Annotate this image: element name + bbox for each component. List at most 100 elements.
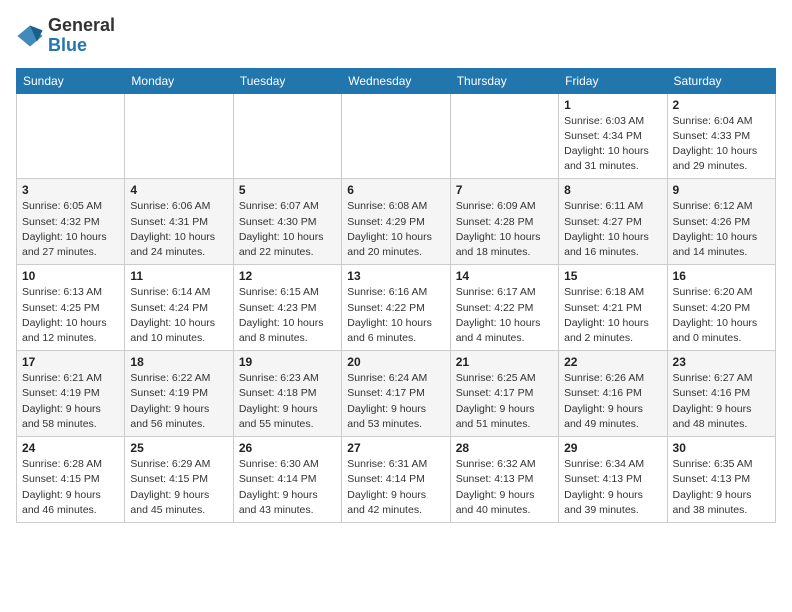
weekday-wednesday: Wednesday — [342, 68, 450, 93]
calendar-cell: 10 Sunrise: 6:13 AMSunset: 4:25 PMDayligh… — [17, 265, 125, 351]
calendar-cell: 24 Sunrise: 6:28 AMSunset: 4:15 PMDayligh… — [17, 437, 125, 523]
calendar-cell: 15Sunrise: 6:18 AMSunset: 4:21 PMDayligh… — [559, 265, 667, 351]
day-number: 14 — [456, 269, 553, 283]
calendar-cell: 11 Sunrise: 6:14 AMSunset: 4:24 PMDayligh… — [125, 265, 233, 351]
day-info: Sunrise: 6:06 AMSunset: 4:31 PMDaylight:… — [130, 199, 227, 260]
calendar-cell: 6Sunrise: 6:08 AMSunset: 4:29 PMDaylight… — [342, 179, 450, 265]
day-info: Sunrise: 6:03 AMSunset: 4:34 PMDaylight:… — [564, 114, 661, 175]
calendar-cell: 30 Sunrise: 6:35 AMSunset: 4:13 PMDayligh… — [667, 437, 775, 523]
weekday-tuesday: Tuesday — [233, 68, 341, 93]
calendar-cell: 2Sunrise: 6:04 AMSunset: 4:33 PMDaylight… — [667, 93, 775, 179]
day-info: Sunrise: 6:09 AMSunset: 4:28 PMDaylight:… — [456, 199, 553, 260]
calendar-cell — [125, 93, 233, 179]
day-info: Sunrise: 6:12 AMSunset: 4:26 PMDaylight:… — [673, 199, 770, 260]
day-number: 25 — [130, 441, 227, 455]
day-info: Sunrise: 6:05 AMSunset: 4:32 PMDaylight:… — [22, 199, 119, 260]
calendar-body: 1Sunrise: 6:03 AMSunset: 4:34 PMDaylight… — [17, 93, 776, 522]
weekday-monday: Monday — [125, 68, 233, 93]
calendar-cell — [342, 93, 450, 179]
day-info: Sunrise: 6:31 AMSunset: 4:14 PMDaylight:… — [347, 457, 444, 518]
day-info: Sunrise: 6:23 AMSunset: 4:18 PMDaylight:… — [239, 371, 336, 432]
calendar-cell: 5 Sunrise: 6:07 AMSunset: 4:30 PMDaylight… — [233, 179, 341, 265]
calendar-cell: 28 Sunrise: 6:32 AMSunset: 4:13 PMDayligh… — [450, 437, 558, 523]
page-header: General Blue — [16, 16, 776, 56]
calendar-cell: 4 Sunrise: 6:06 AMSunset: 4:31 PMDaylight… — [125, 179, 233, 265]
logo-blue: Blue — [48, 35, 87, 55]
day-info: Sunrise: 6:13 AMSunset: 4:25 PMDaylight:… — [22, 285, 119, 346]
calendar-cell — [17, 93, 125, 179]
day-info: Sunrise: 6:17 AMSunset: 4:22 PMDaylight:… — [456, 285, 553, 346]
day-number: 18 — [130, 355, 227, 369]
calendar-cell: 8 Sunrise: 6:11 AMSunset: 4:27 PMDaylight… — [559, 179, 667, 265]
weekday-header-row: SundayMondayTuesdayWednesdayThursdayFrid… — [17, 68, 776, 93]
calendar-week-1: 1Sunrise: 6:03 AMSunset: 4:34 PMDaylight… — [17, 93, 776, 179]
day-info: Sunrise: 6:32 AMSunset: 4:13 PMDaylight:… — [456, 457, 553, 518]
day-number: 12 — [239, 269, 336, 283]
calendar-cell: 13Sunrise: 6:16 AMSunset: 4:22 PMDayligh… — [342, 265, 450, 351]
day-number: 24 — [22, 441, 119, 455]
day-number: 9 — [673, 183, 770, 197]
day-number: 28 — [456, 441, 553, 455]
day-info: Sunrise: 6:35 AMSunset: 4:13 PMDaylight:… — [673, 457, 770, 518]
logo-general: General — [48, 15, 115, 35]
day-number: 10 — [22, 269, 119, 283]
calendar-cell: 14 Sunrise: 6:17 AMSunset: 4:22 PMDayligh… — [450, 265, 558, 351]
day-info: Sunrise: 6:30 AMSunset: 4:14 PMDaylight:… — [239, 457, 336, 518]
day-number: 23 — [673, 355, 770, 369]
calendar-cell: 22 Sunrise: 6:26 AMSunset: 4:16 PMDayligh… — [559, 351, 667, 437]
day-info: Sunrise: 6:11 AMSunset: 4:27 PMDaylight:… — [564, 199, 661, 260]
calendar-cell: 20 Sunrise: 6:24 AMSunset: 4:17 PMDayligh… — [342, 351, 450, 437]
day-info: Sunrise: 6:28 AMSunset: 4:15 PMDaylight:… — [22, 457, 119, 518]
day-info: Sunrise: 6:29 AMSunset: 4:15 PMDaylight:… — [130, 457, 227, 518]
day-number: 3 — [22, 183, 119, 197]
day-info: Sunrise: 6:24 AMSunset: 4:17 PMDaylight:… — [347, 371, 444, 432]
day-number: 17 — [22, 355, 119, 369]
logo: General Blue — [16, 16, 115, 56]
day-number: 27 — [347, 441, 444, 455]
calendar-week-4: 17 Sunrise: 6:21 AMSunset: 4:19 PMDayligh… — [17, 351, 776, 437]
day-number: 7 — [456, 183, 553, 197]
calendar-cell: 12Sunrise: 6:15 AMSunset: 4:23 PMDayligh… — [233, 265, 341, 351]
logo-icon — [16, 22, 44, 50]
calendar-cell: 29 Sunrise: 6:34 AMSunset: 4:13 PMDayligh… — [559, 437, 667, 523]
calendar-cell: 23 Sunrise: 6:27 AMSunset: 4:16 PMDayligh… — [667, 351, 775, 437]
calendar-cell: 27 Sunrise: 6:31 AMSunset: 4:14 PMDayligh… — [342, 437, 450, 523]
day-number: 6 — [347, 183, 444, 197]
day-info: Sunrise: 6:22 AMSunset: 4:19 PMDaylight:… — [130, 371, 227, 432]
calendar-cell: 21 Sunrise: 6:25 AMSunset: 4:17 PMDayligh… — [450, 351, 558, 437]
day-number: 30 — [673, 441, 770, 455]
calendar-week-5: 24 Sunrise: 6:28 AMSunset: 4:15 PMDayligh… — [17, 437, 776, 523]
day-number: 20 — [347, 355, 444, 369]
calendar-cell: 19 Sunrise: 6:23 AMSunset: 4:18 PMDayligh… — [233, 351, 341, 437]
day-number: 13 — [347, 269, 444, 283]
day-number: 16 — [673, 269, 770, 283]
day-info: Sunrise: 6:25 AMSunset: 4:17 PMDaylight:… — [456, 371, 553, 432]
day-info: Sunrise: 6:14 AMSunset: 4:24 PMDaylight:… — [130, 285, 227, 346]
day-number: 29 — [564, 441, 661, 455]
day-number: 26 — [239, 441, 336, 455]
day-info: Sunrise: 6:07 AMSunset: 4:30 PMDaylight:… — [239, 199, 336, 260]
day-info: Sunrise: 6:27 AMSunset: 4:16 PMDaylight:… — [673, 371, 770, 432]
day-info: Sunrise: 6:18 AMSunset: 4:21 PMDaylight:… — [564, 285, 661, 346]
day-number: 4 — [130, 183, 227, 197]
calendar-cell: 9 Sunrise: 6:12 AMSunset: 4:26 PMDaylight… — [667, 179, 775, 265]
day-number: 22 — [564, 355, 661, 369]
day-number: 8 — [564, 183, 661, 197]
calendar-cell: 18 Sunrise: 6:22 AMSunset: 4:19 PMDayligh… — [125, 351, 233, 437]
day-info: Sunrise: 6:20 AMSunset: 4:20 PMDaylight:… — [673, 285, 770, 346]
day-info: Sunrise: 6:26 AMSunset: 4:16 PMDaylight:… — [564, 371, 661, 432]
day-number: 19 — [239, 355, 336, 369]
calendar-cell: 25 Sunrise: 6:29 AMSunset: 4:15 PMDayligh… — [125, 437, 233, 523]
day-info: Sunrise: 6:34 AMSunset: 4:13 PMDaylight:… — [564, 457, 661, 518]
day-number: 5 — [239, 183, 336, 197]
weekday-sunday: Sunday — [17, 68, 125, 93]
day-info: Sunrise: 6:04 AMSunset: 4:33 PMDaylight:… — [673, 114, 770, 175]
calendar-week-2: 3 Sunrise: 6:05 AMSunset: 4:32 PMDaylight… — [17, 179, 776, 265]
calendar-cell: 26 Sunrise: 6:30 AMSunset: 4:14 PMDayligh… — [233, 437, 341, 523]
calendar-cell: 3 Sunrise: 6:05 AMSunset: 4:32 PMDaylight… — [17, 179, 125, 265]
day-number: 21 — [456, 355, 553, 369]
weekday-saturday: Saturday — [667, 68, 775, 93]
day-info: Sunrise: 6:21 AMSunset: 4:19 PMDaylight:… — [22, 371, 119, 432]
weekday-friday: Friday — [559, 68, 667, 93]
day-number: 11 — [130, 269, 227, 283]
